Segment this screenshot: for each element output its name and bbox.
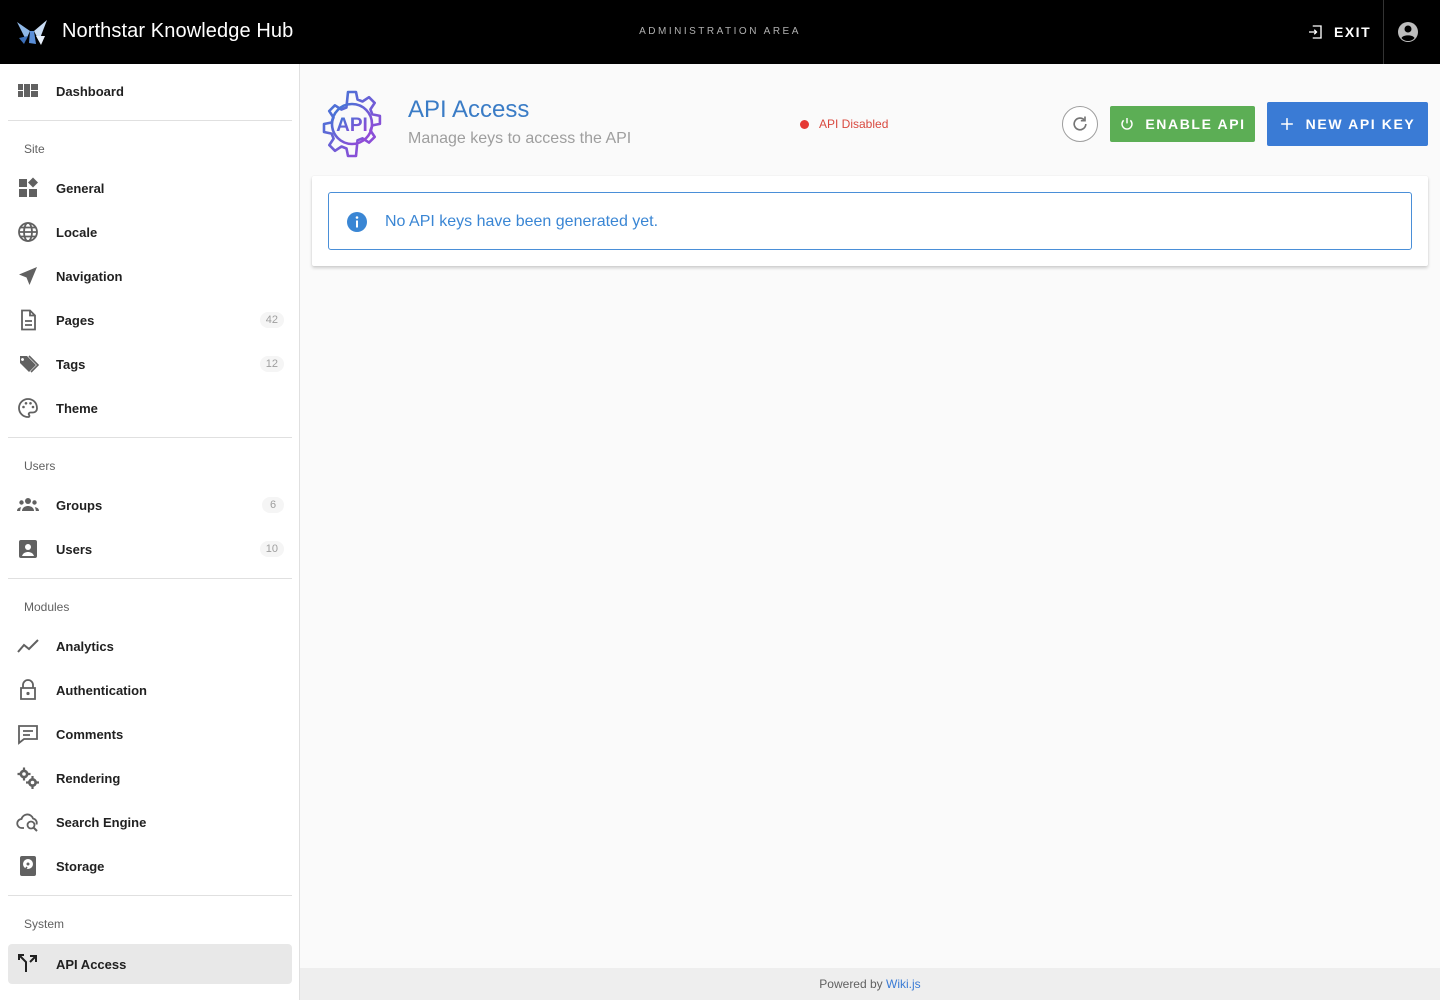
comment-icon (18, 725, 38, 745)
sidebar-item-storage[interactable]: Storage (8, 846, 292, 886)
section-header-system: System (24, 917, 65, 931)
sidebar-item-dashboard[interactable]: Dashboard (8, 71, 292, 111)
section-header-site: Site (24, 142, 45, 156)
sidebar-item-analytics[interactable]: Analytics (8, 626, 292, 666)
partial-icon (16, 996, 40, 1000)
chart-line-icon (17, 639, 39, 653)
harddisk-icon (20, 856, 36, 876)
page-title: API Access (408, 96, 530, 123)
sidebar-divider (8, 578, 292, 579)
api-status-label: API Disabled (819, 117, 889, 131)
power-icon (1121, 118, 1134, 130)
sidebar-divider (8, 437, 292, 438)
dashboard-icon (18, 84, 38, 97)
sidebar-item-label: Navigation (56, 268, 123, 284)
count-badge: 6 (262, 497, 284, 513)
sidebar-item-label: Locale (56, 224, 98, 240)
refresh-button[interactable] (1062, 106, 1098, 142)
exit-label: EXIT (1334, 24, 1372, 40)
sidebar: Dashboard Site General Locale Navigation… (0, 64, 300, 1000)
footer-prefix: Powered by (819, 977, 883, 991)
sidebar-divider (8, 895, 292, 896)
sidebar-item-navigation[interactable]: Navigation (8, 256, 292, 296)
sidebar-item-label: General (56, 180, 105, 196)
account-circle-icon (1398, 22, 1418, 42)
sidebar-item-next-partial[interactable] (8, 988, 292, 1000)
sidebar-item-label: Analytics (56, 638, 114, 654)
sidebar-item-label: Comments (56, 726, 124, 742)
account-button[interactable] (1392, 16, 1424, 48)
admin-area-label: ADMINISTRATION AREA (639, 26, 801, 37)
cogs-icon (17, 767, 39, 789)
sidebar-item-label: Storage (56, 858, 105, 874)
exit-icon (1309, 25, 1322, 39)
footer: Powered by Wiki.js (300, 968, 1440, 1000)
sidebar-item-label: API Access (56, 956, 127, 972)
top-bar-divider (1383, 0, 1384, 64)
groups-icon (17, 498, 39, 511)
api-gear-icon: API (322, 90, 382, 158)
sidebar-item-groups[interactable]: Groups 6 (8, 485, 292, 525)
enable-api-label: ENABLE API (1145, 116, 1246, 132)
tags-icon (19, 355, 40, 373)
widgets-icon (19, 177, 38, 197)
sidebar-item-label: Theme (56, 400, 98, 416)
sidebar-item-tags[interactable]: Tags 12 (8, 344, 292, 384)
count-badge: 42 (259, 312, 284, 328)
refresh-icon (1073, 116, 1087, 131)
sidebar-item-general[interactable]: General (8, 168, 292, 208)
exit-button[interactable]: EXIT (1296, 14, 1376, 50)
sidebar-item-api-access[interactable]: API Access (8, 944, 292, 984)
palette-icon (18, 398, 38, 418)
count-badge: 10 (259, 541, 284, 557)
sidebar-item-comments[interactable]: Comments (8, 714, 292, 754)
plus-icon (1280, 118, 1293, 130)
sidebar-item-label: Search Engine (56, 814, 147, 830)
globe-icon (18, 222, 38, 242)
page-icon (21, 309, 36, 331)
sidebar-item-theme[interactable]: Theme (8, 388, 292, 428)
sidebar-item-label: Groups (56, 497, 103, 513)
sidebar-item-users[interactable]: Users 10 (8, 529, 292, 569)
top-bar: Northstar Knowledge Hub ADMINISTRATION A… (0, 0, 1440, 64)
new-api-key-label: NEW API KEY (1305, 116, 1416, 132)
navigation-icon (19, 267, 37, 285)
sidebar-item-label: Authentication (56, 682, 147, 698)
enable-api-button[interactable]: ENABLE API (1110, 106, 1255, 142)
section-header-users: Users (24, 459, 56, 473)
sidebar-item-label: Rendering (56, 770, 121, 786)
sidebar-item-label: Users (56, 541, 93, 557)
footer-wikijs-link[interactable]: Wiki.js (886, 977, 921, 991)
empty-alert: No API keys have been generated yet. (328, 192, 1412, 250)
empty-message: No API keys have been generated yet. (385, 213, 659, 230)
section-header-modules: Modules (24, 600, 70, 614)
account-box-icon (19, 540, 37, 558)
info-icon (347, 212, 367, 232)
api-gear-text: API (336, 115, 368, 136)
new-api-key-button[interactable]: NEW API KEY (1267, 102, 1428, 146)
count-badge: 12 (259, 356, 284, 372)
api-icon (18, 954, 37, 972)
sidebar-item-locale[interactable]: Locale (8, 212, 292, 252)
cloud-search-icon (16, 813, 38, 832)
sidebar-item-label: Tags (56, 356, 86, 372)
page-subtitle: Manage keys to access the API (408, 130, 632, 147)
sidebar-item-rendering[interactable]: Rendering (8, 758, 292, 798)
status-dot (800, 119, 809, 129)
sidebar-item-pages[interactable]: Pages 42 (8, 300, 292, 340)
sidebar-item-label: Dashboard (56, 83, 124, 99)
api-keys-card: No API keys have been generated yet. (312, 176, 1428, 266)
lock-icon (20, 679, 36, 700)
api-status-indicator: API Disabled (800, 117, 888, 131)
sidebar-item-label: Pages (56, 312, 95, 328)
sidebar-divider (8, 120, 292, 121)
sidebar-item-authentication[interactable]: Authentication (8, 670, 292, 710)
sidebar-item-search-engine[interactable]: Search Engine (8, 802, 292, 842)
